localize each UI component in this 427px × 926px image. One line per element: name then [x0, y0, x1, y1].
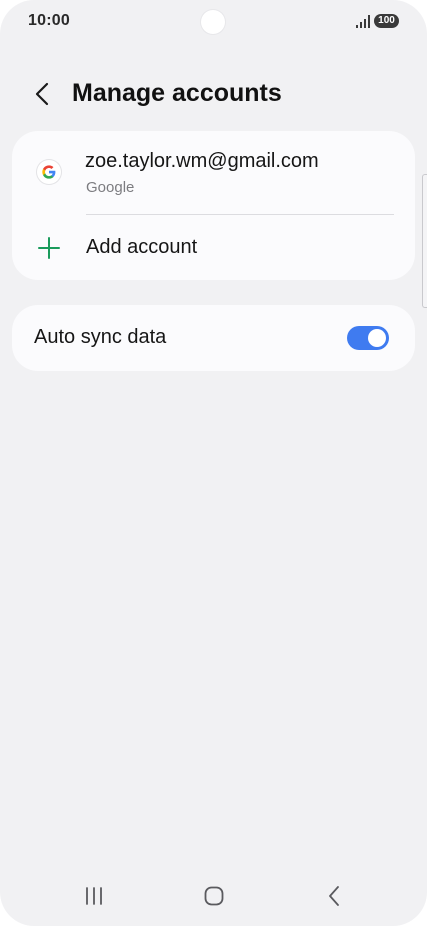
chevron-left-icon [35, 82, 49, 106]
back-button[interactable] [26, 78, 58, 110]
add-account-button[interactable]: Add account [12, 215, 415, 280]
recent-apps-button[interactable] [79, 882, 109, 910]
navigation-bar [0, 872, 427, 920]
home-button[interactable] [199, 882, 229, 910]
phone-screen: 10:00 100 Manage accounts zoe.taylor.wm@… [0, 0, 427, 926]
page-header: Manage accounts [0, 70, 427, 118]
front-camera [201, 10, 225, 34]
auto-sync-toggle[interactable] [347, 326, 389, 350]
battery-level: 100 [378, 15, 395, 26]
plus-icon [38, 237, 60, 259]
page-title: Manage accounts [72, 79, 282, 107]
back-icon [329, 886, 339, 906]
status-bar: 10:00 100 [0, 0, 427, 44]
auto-sync-label: Auto sync data [34, 326, 167, 348]
google-icon [37, 160, 61, 184]
nav-back-button[interactable] [319, 882, 349, 910]
account-email: zoe.taylor.wm@gmail.com [85, 150, 319, 172]
accounts-card: zoe.taylor.wm@gmail.com Google Add accou… [12, 131, 415, 280]
auto-sync-row[interactable]: Auto sync data [12, 305, 415, 371]
account-item[interactable]: zoe.taylor.wm@gmail.com Google [12, 131, 415, 213]
account-provider: Google [86, 179, 135, 196]
signal-icon [356, 15, 370, 28]
add-account-label: Add account [86, 236, 198, 258]
home-icon [204, 886, 224, 906]
toggle-knob [368, 329, 386, 347]
google-logo-icon [42, 165, 56, 179]
scroll-handle[interactable] [422, 174, 427, 308]
recent-apps-icon [86, 887, 102, 905]
battery-icon: 100 [374, 14, 399, 28]
status-time: 10:00 [28, 12, 70, 29]
